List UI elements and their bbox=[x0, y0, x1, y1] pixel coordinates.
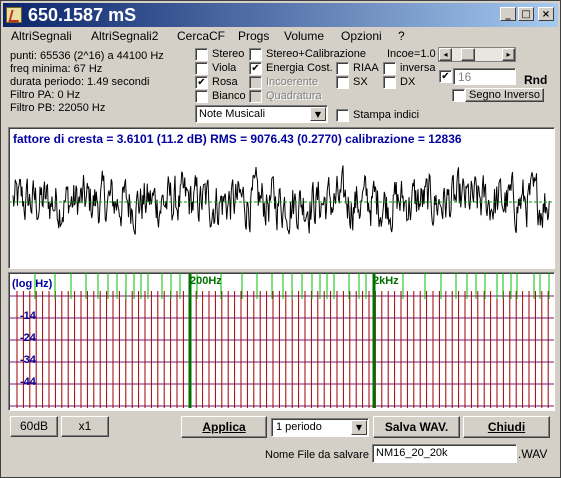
slider-thumb[interactable] bbox=[461, 48, 475, 61]
spectrum-plot bbox=[9, 273, 554, 408]
title-bar[interactable]: 650.1587 mS _ □ × bbox=[3, 3, 558, 27]
incoe-label: Incoe=1.0 bbox=[387, 48, 436, 60]
app-icon[interactable] bbox=[6, 7, 22, 23]
db-label-44: -44 bbox=[20, 376, 36, 388]
main-window: 650.1587 mS _ □ × AltriSegnali AltriSegn… bbox=[0, 0, 561, 478]
checkbox-box[interactable] bbox=[336, 109, 349, 122]
menu-altrisegnali[interactable]: AltriSegnali bbox=[11, 28, 72, 46]
menu-altrisegnali2[interactable]: AltriSegnali2 bbox=[91, 28, 158, 46]
checkbox-box[interactable] bbox=[336, 62, 349, 75]
waveform-panel bbox=[8, 127, 555, 269]
note-combo-value: Note Musicali bbox=[199, 108, 266, 120]
db-label-14: -14 bbox=[20, 310, 36, 322]
db-label-24: -24 bbox=[20, 332, 36, 344]
log-hz-label: (log Hz) bbox=[12, 278, 53, 290]
periodo-combo[interactable]: 1 periodo ▼ bbox=[271, 418, 369, 437]
slider-right-arrow[interactable]: ▸ bbox=[502, 48, 515, 61]
checkbox-box[interactable] bbox=[195, 90, 208, 103]
checkbox-box[interactable] bbox=[336, 76, 349, 89]
maximize-button[interactable]: □ bbox=[518, 7, 534, 21]
menu-help[interactable]: ? bbox=[398, 28, 405, 46]
label-2khz: 2kHz bbox=[373, 275, 399, 287]
checkbox-box[interactable] bbox=[383, 76, 396, 89]
minimize-button[interactable]: _ bbox=[500, 7, 516, 21]
numeric-field[interactable]: 16 bbox=[453, 68, 516, 85]
periodo-combo-value: 1 periodo bbox=[276, 421, 322, 433]
window-title: 650.1587 mS bbox=[28, 5, 137, 25]
checkbox-box[interactable]: ✔ bbox=[195, 76, 208, 89]
slider-left-arrow[interactable]: ◂ bbox=[439, 48, 452, 61]
applica-button[interactable]: Applica bbox=[181, 416, 267, 438]
checkbox-box[interactable] bbox=[249, 90, 262, 103]
checkbox-box[interactable] bbox=[249, 76, 262, 89]
menu-cercacf[interactable]: CercaCF bbox=[177, 28, 225, 46]
note-combo[interactable]: Note Musicali ▼ bbox=[195, 105, 328, 123]
menu-bar: AltriSegnali AltriSegnali2 CercaCF Progs… bbox=[3, 28, 558, 46]
close-button[interactable]: × bbox=[538, 7, 554, 21]
spectrum-panel bbox=[8, 272, 555, 411]
segno-inverso-button[interactable]: Segno Inverso bbox=[465, 88, 544, 102]
waveform-stats: fattore di cresta = 3.6101 (11.2 dB) RMS… bbox=[13, 132, 462, 146]
menu-opzioni[interactable]: Opzioni bbox=[341, 28, 382, 46]
checkbox-box[interactable]: ✔ bbox=[439, 70, 452, 83]
info-punti: punti: 65536 (2^16) a 44100 Hz bbox=[10, 50, 164, 62]
filename-input[interactable]: NM16_20_20k bbox=[372, 444, 517, 463]
checkbox-box[interactable] bbox=[383, 62, 396, 75]
info-freq-min: freq minima: 67 Hz bbox=[10, 63, 103, 75]
db-label-34: -34 bbox=[20, 354, 36, 366]
filename-extension: .WAV bbox=[518, 447, 548, 461]
info-filtro-pb: Filtro PB: 22050 Hz bbox=[10, 102, 106, 114]
checkbox-box[interactable] bbox=[195, 48, 208, 61]
info-filtro-pa: Filtro PA: 0 Hz bbox=[10, 89, 81, 101]
incoe-slider[interactable]: ◂ ▸ bbox=[438, 47, 516, 62]
waveform-trace bbox=[12, 165, 550, 235]
menu-progs[interactable]: Progs bbox=[238, 28, 269, 46]
salva-wav-button[interactable]: Salva WAV. bbox=[373, 416, 460, 438]
info-durata: durata periodo: 1.49 secondi bbox=[10, 76, 150, 88]
chevron-down-icon[interactable]: ▼ bbox=[351, 420, 367, 435]
chiudi-button[interactable]: Chiudi bbox=[463, 416, 550, 438]
checkbox-box[interactable] bbox=[452, 89, 465, 102]
rnd-label: Rnd bbox=[524, 73, 548, 87]
checkbox-box[interactable] bbox=[249, 48, 262, 61]
60db-button[interactable]: 60dB bbox=[10, 416, 58, 437]
checkbox-box[interactable]: ✔ bbox=[249, 62, 262, 75]
waveform-plot bbox=[9, 165, 554, 235]
menu-volume[interactable]: Volume bbox=[284, 28, 324, 46]
x1-button[interactable]: x1 bbox=[61, 416, 109, 437]
chevron-down-icon[interactable]: ▼ bbox=[310, 107, 326, 121]
label-200hz: 200Hz bbox=[190, 275, 222, 287]
checkbox-box[interactable] bbox=[195, 62, 208, 75]
filename-label: Nome File da salvare bbox=[265, 449, 369, 461]
